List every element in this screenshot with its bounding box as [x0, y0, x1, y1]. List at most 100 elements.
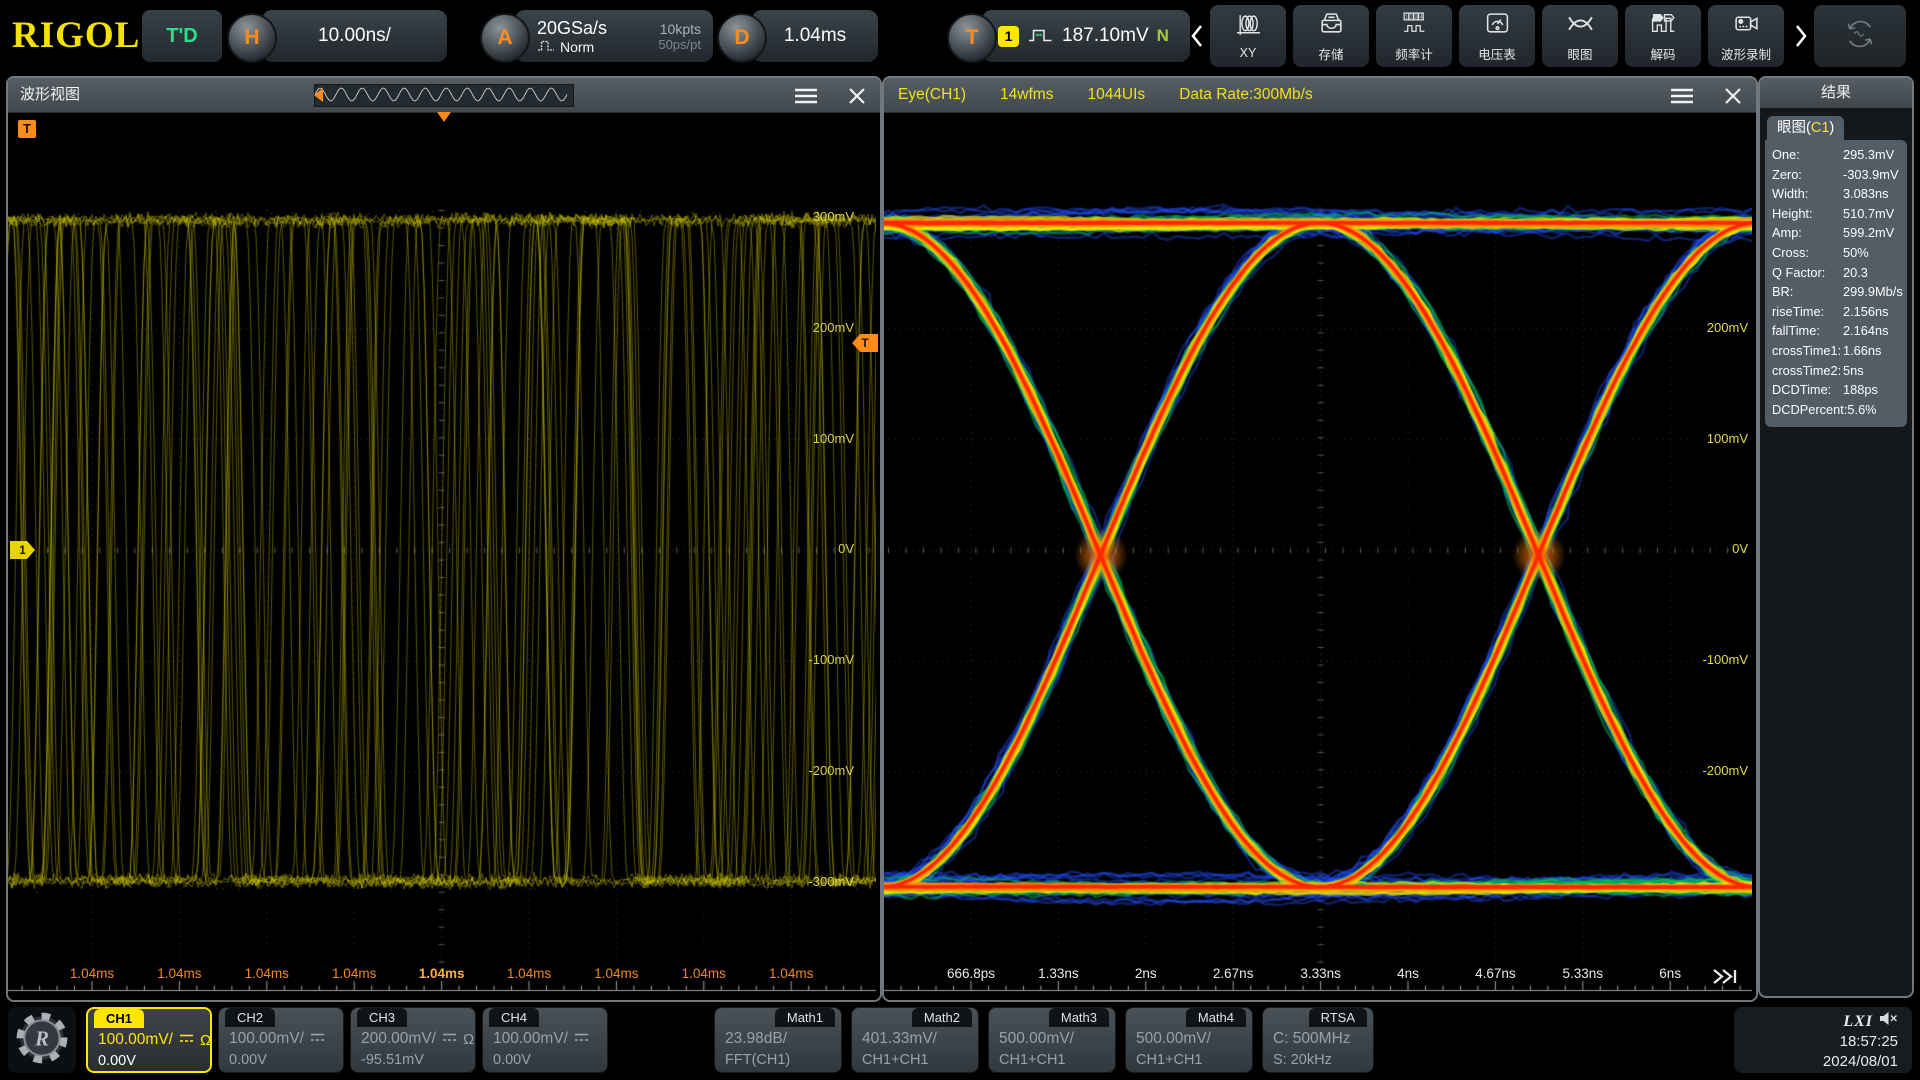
trigger-knob[interactable]: T [947, 13, 997, 63]
x-axis-label: 1.04ms [681, 966, 726, 981]
math-card-math1[interactable]: Math1 23.98dB/FFT(CH1) [714, 1007, 842, 1073]
horizontal-scale-pill[interactable]: 10.00ns/ [262, 10, 447, 62]
trigger-corner-flag: T [18, 120, 36, 138]
menu-icon[interactable] [794, 88, 818, 109]
x-axis-label: 1.04ms [69, 966, 115, 981]
x-axis-label: 1.04ms [418, 966, 465, 981]
toolbar-button-storage[interactable]: 存储 [1293, 5, 1369, 67]
y-axis-label: -200mV [808, 763, 854, 778]
status-date: 2024/08/01 [1822, 1053, 1898, 1070]
waveform-plot[interactable] [8, 112, 876, 998]
x-axis-label: 2ns [1134, 966, 1157, 981]
channel-card-ch2[interactable]: CH2 100.00mV/0.00V [218, 1007, 344, 1073]
eye-measurements-panel: One: 295.3mV Zero: -303.9mV Width: 3.083ns Hei… [1765, 140, 1907, 428]
speaker-muted-icon[interactable] [1879, 1011, 1898, 1032]
channel-card-ch3[interactable]: CH3 200.00mV/Ω -95.51mV [350, 1007, 476, 1073]
toolbar-label: 存储 [1318, 47, 1344, 62]
status-time: 18:57:25 [1839, 1033, 1898, 1050]
dc-coupling-icon [442, 1030, 457, 1048]
dc-coupling-icon [179, 1031, 194, 1049]
waveform-view-panel: 波形视图 T 1 T 300mV 200mV 100mV 0V -100mV -200mV… [6, 76, 882, 1002]
dc-coupling-icon [310, 1030, 325, 1048]
horizontal-knob[interactable]: H [227, 13, 277, 63]
math-tab: Math1 [774, 1008, 835, 1027]
svg-text:1: 1 [1405, 14, 1408, 20]
rtsa-span: S: 20kHz [1273, 1052, 1332, 1068]
channel-scale: 100.00mV/ [98, 1031, 173, 1048]
channel-scale: 100.00mV/ [229, 1030, 304, 1047]
sample-rate: 20GSa/s [537, 17, 608, 38]
waveform-panel-header[interactable]: 波形视图 [8, 78, 880, 113]
delay-pill[interactable]: 1.04ms [752, 10, 878, 62]
lxi-logo: LXI [1843, 1012, 1873, 1030]
y-axis-label: 200mV [812, 319, 854, 335]
channel-card-ch1[interactable]: CH1 100.00mV/Ω 0.00V [86, 1007, 212, 1073]
y-axis-label: 100mV [812, 430, 854, 446]
toolbar-button-xy[interactable]: XY [1210, 5, 1286, 67]
toolbar-button-voltmeter[interactable]: 电压表 [1459, 5, 1535, 67]
xy-icon [1235, 12, 1262, 44]
measurement-label: DCDPercent: [1772, 401, 1848, 417]
eye-panel-header[interactable]: Eye(CH1) 14wfms 1044UIs Data Rate:300Mb/… [884, 78, 1756, 113]
toolbar-button-eye[interactable]: 眼图 [1542, 5, 1618, 67]
rigol-gear-logo[interactable]: R [8, 1007, 76, 1073]
math-scale: 401.33mV/ [862, 1030, 937, 1047]
trigger-source-badge: 1 [998, 25, 1019, 47]
svg-text:4: 4 [1419, 14, 1422, 20]
math-card-math4[interactable]: Math4 500.00mV/CH1+CH1 [1125, 1007, 1253, 1073]
gear-icon: R [13, 1009, 71, 1072]
math-scale: 500.00mV/ [999, 1030, 1074, 1047]
toolbar-button-decode[interactable]: 解码 [1625, 5, 1701, 67]
rtsa-card[interactable]: RTSA C: 500MHz S: 20kHz [1262, 1007, 1374, 1073]
x-axis-label: 1.04ms [157, 966, 202, 981]
eye-results-tab[interactable]: 眼图(C1) [1767, 116, 1845, 140]
channel-scale: 100.00mV/ [493, 1030, 568, 1047]
close-icon[interactable] [1724, 87, 1742, 110]
toolbar-button-record[interactable]: 波形录制 [1708, 5, 1784, 67]
x-axis-label: 6ns [1659, 966, 1682, 981]
menu-icon[interactable] [1670, 88, 1694, 109]
eye-diagram-plot[interactable] [884, 112, 1752, 998]
measurement-label: Q Factor: [1772, 264, 1826, 280]
y-axis-label: -200mV [1702, 763, 1748, 778]
delay-knob[interactable]: D [717, 13, 767, 63]
refresh-icon [1843, 17, 1877, 56]
y-axis-label: 0V [1732, 541, 1748, 557]
toolbar-scroll-right-icon[interactable] [1794, 23, 1808, 49]
trigger-position-icon[interactable] [437, 112, 451, 122]
acquire-knob[interactable]: A [480, 13, 530, 63]
measurement-row: One: 295.3mV [1772, 145, 1900, 165]
svg-text:2: 2 [1409, 14, 1412, 20]
acquire-pill[interactable]: 20GSa/s Norm 10kpts 50ps/pt [515, 10, 713, 62]
channel-card-ch4[interactable]: CH4 100.00mV/0.00V [482, 1007, 608, 1073]
close-icon[interactable] [848, 87, 866, 110]
delay-value: 1.04ms [783, 25, 847, 46]
eye-icon [1567, 10, 1594, 42]
math-card-math2[interactable]: Math2 401.33mV/CH1+CH1 [851, 1007, 979, 1073]
y-axis-label: -100mV [1702, 652, 1748, 668]
collapse-results-icon[interactable] [1712, 968, 1740, 990]
rtsa-tab: RTSA [1308, 1008, 1367, 1027]
toolbar-button-counter[interactable]: 1 2 3 4 频率计 [1376, 5, 1452, 67]
storage-icon [1318, 10, 1345, 42]
x-axis-label: 1.04ms [506, 966, 552, 981]
trigger-pill[interactable]: 1 187.10mV N [982, 10, 1190, 62]
measurement-label: Cross: [1772, 244, 1809, 260]
measurement-value: 50% [1843, 244, 1869, 260]
measurement-label: Amp: [1772, 225, 1802, 241]
measurement-value: 510.7mV [1843, 205, 1895, 221]
measurement-label: DCDTime: [1772, 382, 1832, 398]
waveform-refresh-icon[interactable] [1814, 5, 1906, 67]
waveform-preview-strip[interactable] [314, 84, 574, 107]
svg-text:R: R [34, 1028, 49, 1050]
impedance-label: Ω [462, 1030, 475, 1048]
trigger-status-chip[interactable]: T'D [142, 10, 222, 62]
channel-tab: CH2 [225, 1008, 276, 1027]
measurement-row: BR: 299.9Mb/s [1772, 282, 1903, 302]
math-card-math3[interactable]: Math3 500.00mV/CH1+CH1 [988, 1007, 1116, 1073]
waveform-panel-title: 波形视图 [20, 86, 81, 103]
trigger-slope: N [1156, 26, 1169, 45]
toolbar-scroll-left-icon[interactable] [1190, 23, 1204, 49]
bottom-bar: R CH1 100.00mV/Ω 0.00V CH2 100.00mV/0.00V CH3… [0, 1002, 1920, 1080]
memory-depth: 10kpts [659, 20, 701, 37]
